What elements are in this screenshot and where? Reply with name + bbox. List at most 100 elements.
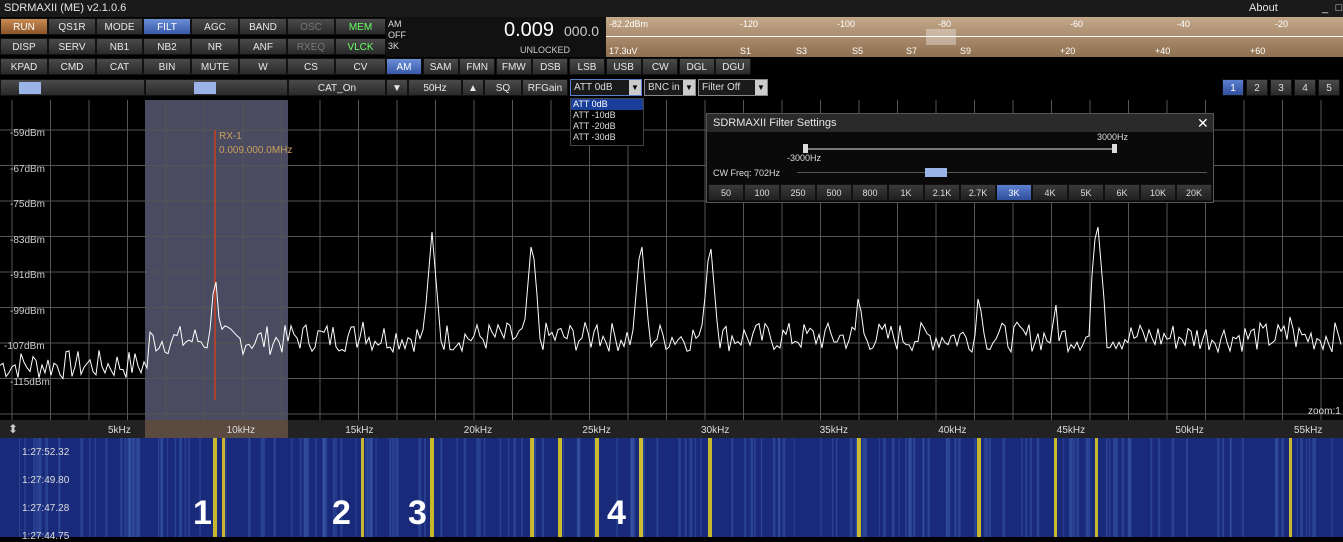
page-button-1[interactable]: 1 xyxy=(1222,79,1244,96)
waterfall-noise xyxy=(1074,438,1076,537)
waterfall-noise xyxy=(94,438,97,537)
filter-select[interactable]: Filter Off ▼ xyxy=(698,79,768,96)
filter-width-4K[interactable]: 4K xyxy=(1032,184,1068,201)
waterfall-noise xyxy=(750,438,754,537)
sq-button[interactable]: SQ xyxy=(484,79,522,96)
mode-lsb[interactable]: LSB xyxy=(569,58,605,75)
step-size[interactable]: 50Hz xyxy=(408,79,462,96)
filter-width-10K[interactable]: 10K xyxy=(1140,184,1176,201)
volume-slider[interactable] xyxy=(0,79,145,96)
waterfall-noise xyxy=(393,438,395,537)
mode-fmn[interactable]: FMN xyxy=(459,58,496,75)
qs1r-button[interactable]: QS1R xyxy=(48,18,96,35)
meter-s-label: +40 xyxy=(1155,46,1171,56)
nr-button[interactable]: NR xyxy=(191,38,239,55)
filter-width-2.7K[interactable]: 2.7K xyxy=(960,184,996,201)
filter-value: Filter Off xyxy=(702,82,741,93)
mode-am[interactable]: AM xyxy=(386,58,422,75)
agc-button[interactable]: AGC xyxy=(191,18,239,35)
waterfall-noise xyxy=(507,438,510,537)
meter-s-label: +20 xyxy=(1060,46,1076,56)
cw-freq-slider[interactable] xyxy=(925,168,947,177)
page-button-5[interactable]: 5 xyxy=(1318,79,1340,96)
filter-width-2.1K[interactable]: 2.1K xyxy=(924,184,960,201)
rxeq-button[interactable]: RXEQ xyxy=(287,38,335,55)
filter-width-1K[interactable]: 1K xyxy=(888,184,924,201)
nb1-button[interactable]: NB1 xyxy=(96,38,143,55)
dbm-label: -91dBm xyxy=(10,270,46,281)
cmd-button[interactable]: CMD xyxy=(48,58,96,75)
step-down-icon[interactable]: ▼ xyxy=(386,79,408,96)
filter-width-6K[interactable]: 6K xyxy=(1104,184,1140,201)
waterfall-noise xyxy=(954,438,957,537)
mode-dgl[interactable]: DGL xyxy=(678,58,715,75)
rfgain-button[interactable]: RFGain xyxy=(522,79,568,96)
nb2-button[interactable]: NB2 xyxy=(143,38,191,55)
filter-width-250[interactable]: 250 xyxy=(780,184,816,201)
waterfall-noise xyxy=(850,438,853,537)
filter-low-handle[interactable] xyxy=(803,144,808,153)
filter-width-100[interactable]: 100 xyxy=(744,184,780,201)
att-option[interactable]: ATT 0dB xyxy=(571,99,643,110)
w-button[interactable]: W xyxy=(239,58,287,75)
run-button[interactable]: RUN xyxy=(0,18,48,35)
tune-slider[interactable] xyxy=(145,79,288,96)
att-option[interactable]: ATT -30dB xyxy=(571,132,643,143)
osc-button[interactable]: OSC xyxy=(287,18,335,35)
mem-button[interactable]: MEM xyxy=(335,18,386,35)
att-option[interactable]: ATT -20dB xyxy=(571,121,643,132)
band-button[interactable]: BAND xyxy=(239,18,287,35)
waterfall-noise xyxy=(898,438,900,537)
filter-width-50[interactable]: 50 xyxy=(708,184,744,201)
filter-width-3K[interactable]: 3K xyxy=(996,184,1032,201)
cat-button[interactable]: CAT xyxy=(96,58,143,75)
bnc-select[interactable]: BNC in ▼ xyxy=(644,79,696,96)
page-button-3[interactable]: 3 xyxy=(1270,79,1292,96)
att-option[interactable]: ATT -10dB xyxy=(571,110,643,121)
freq-axis-label: 15kHz xyxy=(345,425,374,436)
mode-usb[interactable]: USB xyxy=(605,58,642,75)
about-menu[interactable]: About xyxy=(1249,0,1278,17)
bin-button[interactable]: BIN xyxy=(143,58,191,75)
cs-button[interactable]: CS xyxy=(287,58,335,75)
filter-width-500[interactable]: 500 xyxy=(816,184,852,201)
disp-button[interactable]: DISP xyxy=(0,38,48,55)
att-dropdown-list[interactable]: ATT 0dB ATT -10dB ATT -20dB ATT -30dB xyxy=(570,98,644,146)
filter-width-20K[interactable]: 20K xyxy=(1176,184,1212,201)
att-select[interactable]: ATT 0dB ▼ xyxy=(570,79,642,96)
mode-dsb[interactable]: DSB xyxy=(532,58,569,75)
frequency-scale[interactable]: ⬍ xyxy=(0,420,1343,438)
mode-button[interactable]: MODE xyxy=(96,18,143,35)
scale-toggle-icon[interactable]: ⬍ xyxy=(8,422,18,436)
page-button-2[interactable]: 2 xyxy=(1246,79,1268,96)
dbm-label: -67dBm xyxy=(10,163,46,175)
mute-button[interactable]: MUTE xyxy=(191,58,239,75)
mode-fmw[interactable]: FMW xyxy=(495,58,532,75)
waterfall-noise xyxy=(456,438,458,537)
frequency-main[interactable]: 0.009 xyxy=(504,19,554,42)
waterfall-time: 1:27:49.80 xyxy=(22,475,70,486)
filt-button[interactable]: FILT xyxy=(143,18,191,35)
cv-button[interactable]: CV xyxy=(335,58,386,75)
vlck-button[interactable]: VLCK xyxy=(335,38,386,55)
waterfall-noise xyxy=(731,438,734,537)
mode-dgu[interactable]: DGU xyxy=(715,58,752,75)
step-up-icon[interactable]: ▲ xyxy=(462,79,484,96)
minimize-icon[interactable]: _ xyxy=(1318,0,1332,17)
filter-high-handle[interactable] xyxy=(1112,144,1117,153)
maximize-icon[interactable]: □ xyxy=(1332,0,1343,17)
mode-sam[interactable]: SAM xyxy=(422,58,459,75)
close-icon[interactable]: ✕ xyxy=(1197,114,1209,132)
mode-cw[interactable]: CW xyxy=(642,58,679,75)
annotation-2: 2 xyxy=(332,494,351,532)
meter-scale-label: -20 xyxy=(1275,19,1289,29)
filter-width-5K[interactable]: 5K xyxy=(1068,184,1104,201)
waterfall-noise xyxy=(89,438,91,537)
waterfall-noise xyxy=(849,438,851,537)
serv-button[interactable]: SERV xyxy=(48,38,96,55)
anf-button[interactable]: ANF xyxy=(239,38,287,55)
filter-width-800[interactable]: 800 xyxy=(852,184,888,201)
kpad-button[interactable]: KPAD xyxy=(0,58,48,75)
page-button-4[interactable]: 4 xyxy=(1294,79,1316,96)
cat-on-button[interactable]: CAT_On xyxy=(288,79,386,96)
